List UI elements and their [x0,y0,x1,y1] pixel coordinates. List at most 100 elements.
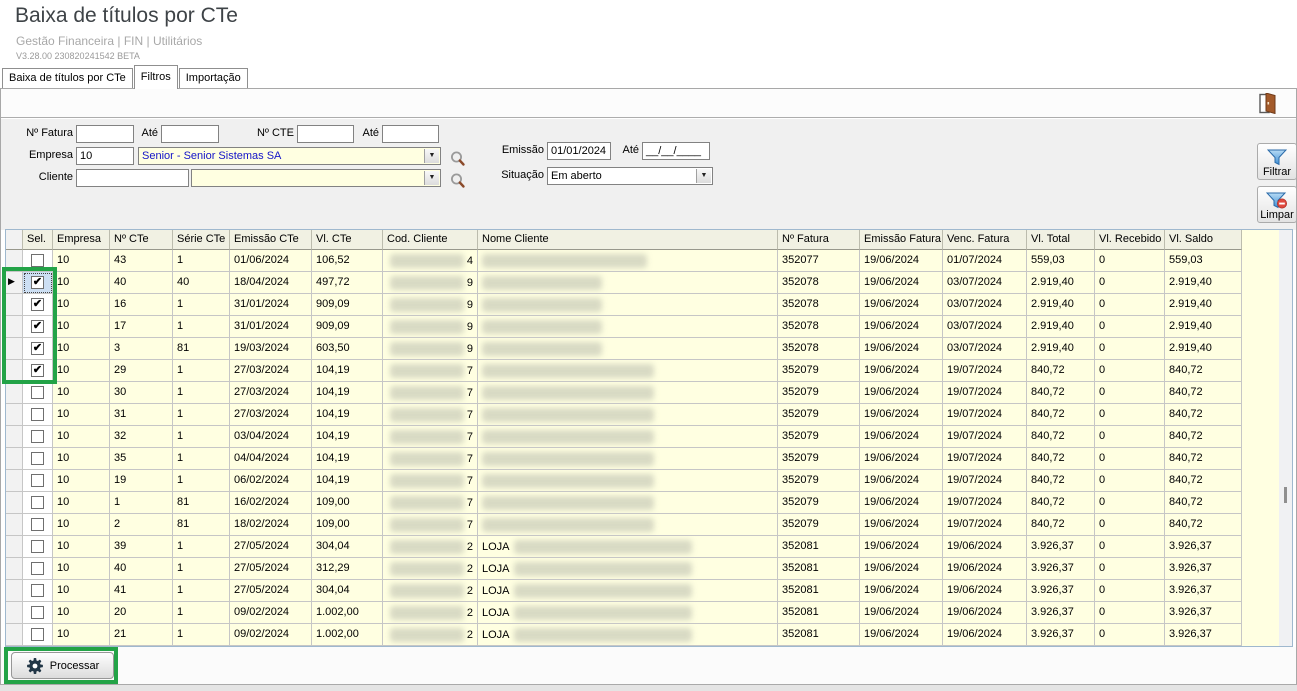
row-indicator-cell[interactable] [6,580,23,602]
row-indicator-cell[interactable] [6,558,23,580]
row-checkbox[interactable] [31,518,44,531]
select-cell[interactable] [23,602,53,624]
row-indicator-cell[interactable] [6,382,23,404]
row-checkbox[interactable] [31,496,44,509]
empresa-search-icon[interactable] [449,150,467,168]
select-cell[interactable] [23,536,53,558]
empresa-combo[interactable]: Senior - Senior Sistemas SA▼ [138,147,441,165]
cliente-search-icon[interactable] [449,172,467,190]
row-checkbox[interactable] [31,562,44,575]
row-checkbox[interactable] [31,408,44,421]
select-cell[interactable]: ✔ [23,360,53,382]
row-checkbox[interactable]: ✔ [31,320,44,333]
row-checkbox[interactable]: ✔ [31,342,44,355]
select-cell[interactable] [23,382,53,404]
select-cell[interactable] [23,470,53,492]
cliente-combo[interactable]: ▼ [191,169,441,187]
filtrar-button[interactable]: Filtrar [1257,143,1297,180]
row-indicator-cell[interactable] [6,338,23,360]
select-cell[interactable]: ✔ [23,338,53,360]
emissao-de-input[interactable]: 01/01/2024 [547,142,611,160]
select-cell[interactable]: ✔ [23,294,53,316]
cell-vl-recebido: 0 [1095,492,1165,514]
empresa-codigo-input[interactable]: 10 [76,147,134,165]
row-indicator-cell[interactable] [6,536,23,558]
tab-baixa[interactable]: Baixa de títulos por CTe [2,68,133,88]
column-header[interactable]: Vl. Recebido [1095,230,1165,250]
select-cell[interactable] [23,514,53,536]
column-header[interactable]: Sel. [23,230,53,250]
row-indicator-cell[interactable] [6,602,23,624]
column-header[interactable]: Venc. Fatura [943,230,1027,250]
column-header[interactable]: Nº Fatura [778,230,860,250]
row-indicator-cell[interactable] [6,426,23,448]
row-indicator-cell[interactable] [6,448,23,470]
row-indicator-cell[interactable] [6,404,23,426]
column-header[interactable]: Série CTe [173,230,230,250]
column-header[interactable]: Nº CTe [110,230,173,250]
cell-venc-fatura: 03/07/2024 [943,272,1027,294]
row-checkbox[interactable] [31,474,44,487]
column-header[interactable]: Emissão CTe [230,230,312,250]
select-cell[interactable] [23,492,53,514]
row-checkbox[interactable] [31,606,44,619]
row-indicator-cell[interactable] [6,624,23,646]
row-checkbox[interactable]: ✔ [31,364,44,377]
column-header[interactable]: Vl. CTe [312,230,383,250]
column-header[interactable]: Empresa [53,230,110,250]
row-checkbox[interactable] [31,254,44,267]
fatura-de-input[interactable] [76,125,134,143]
grid-vertical-scrollbar[interactable] [1279,230,1292,646]
table-row: 10 39 1 27/05/2024 304,04 2 LOJA 352081 … [6,536,1292,558]
tab-filtros[interactable]: Filtros [134,65,178,89]
cte-ate-input[interactable] [382,125,439,143]
row-checkbox[interactable] [31,386,44,399]
row-indicator-cell[interactable] [6,492,23,514]
select-cell[interactable] [23,404,53,426]
column-header[interactable]: Nome Cliente [478,230,778,250]
chevron-down-icon[interactable]: ▼ [424,149,439,163]
tab-importacao[interactable]: Importação [179,68,248,88]
row-indicator-cell[interactable] [6,250,23,272]
column-header[interactable]: Cod. Cliente [383,230,478,250]
fatura-ate-input[interactable] [161,125,219,143]
cell-emissao-cte: 09/02/2024 [230,624,312,646]
column-header[interactable]: Emissão Fatura [860,230,943,250]
chevron-down-icon[interactable]: ▼ [696,169,711,183]
row-checkbox[interactable] [31,584,44,597]
row-checkbox[interactable] [31,430,44,443]
select-cell[interactable]: ✔ [23,272,53,294]
emissao-ate-input[interactable]: __/__/____ [642,142,710,160]
select-cell[interactable] [23,426,53,448]
select-cell[interactable]: ✔ [23,316,53,338]
select-cell[interactable] [23,558,53,580]
limpar-button[interactable]: Limpar [1257,186,1297,223]
cell-vl-cte: 1.002,00 [312,602,383,624]
cliente-codigo-input[interactable] [76,169,189,187]
row-indicator-cell[interactable]: ▶ [6,272,23,294]
processar-button[interactable]: Processar [11,652,114,679]
row-checkbox[interactable] [31,540,44,553]
cell-cod-cliente: 9 [383,294,478,316]
row-checkbox[interactable]: ✔ [31,298,44,311]
row-indicator-cell[interactable] [6,470,23,492]
row-indicator-cell[interactable] [6,514,23,536]
chevron-down-icon[interactable]: ▼ [424,171,439,185]
row-indicator-cell[interactable] [6,360,23,382]
row-checkbox[interactable] [31,628,44,641]
row-indicator-cell[interactable] [6,294,23,316]
select-cell[interactable] [23,624,53,646]
cte-de-input[interactable] [297,125,354,143]
column-header[interactable]: Vl. Total [1027,230,1095,250]
situacao-combo[interactable]: Em aberto▼ [547,167,713,185]
row-checkbox[interactable] [31,452,44,465]
column-header[interactable]: Vl. Saldo [1165,230,1242,250]
row-indicator-cell[interactable] [6,316,23,338]
select-cell[interactable] [23,250,53,272]
select-cell[interactable] [23,580,53,602]
row-checkbox[interactable]: ✔ [31,276,44,289]
select-cell[interactable] [23,448,53,470]
scrollbar-thumb[interactable] [1284,487,1287,503]
exit-door-icon[interactable] [1259,93,1277,114]
table-row: 10 31 1 27/03/2024 104,19 7 352079 19/06… [6,404,1292,426]
